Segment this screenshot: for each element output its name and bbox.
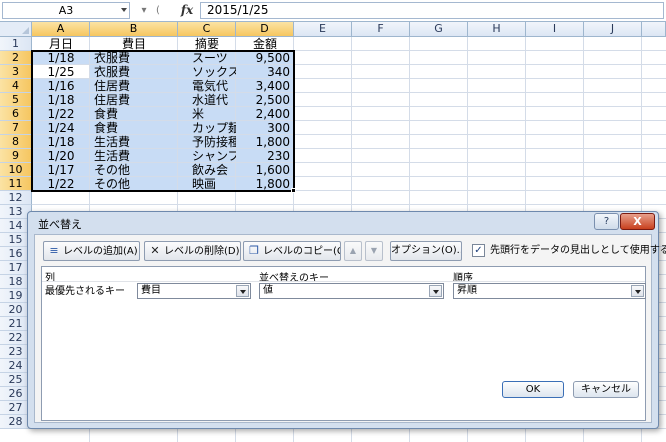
chevron-down-icon[interactable] xyxy=(236,285,249,297)
formula-input[interactable]: 2015/1/25 xyxy=(200,2,664,19)
chevron-down-icon[interactable] xyxy=(429,285,442,297)
name-box[interactable]: A3 xyxy=(2,2,130,19)
column-header-e[interactable]: E xyxy=(294,22,352,37)
add-level-button[interactable]: ≡ レベルの追加(A) xyxy=(43,241,140,261)
move-up-button[interactable]: ▲ xyxy=(344,241,362,261)
column-header-d[interactable]: D xyxy=(236,22,294,37)
header-cell[interactable]: 費目 xyxy=(90,37,178,51)
column-header-partial[interactable] xyxy=(642,22,666,37)
row-header-4[interactable]: 4 xyxy=(0,79,32,93)
row-header-10[interactable]: 10 xyxy=(0,163,32,177)
copy-icon: ❐ xyxy=(249,244,259,257)
copy-level-label: レベルのコピー(C) xyxy=(263,246,341,257)
cancel-button[interactable]: キャンセル xyxy=(573,381,639,398)
copy-level-button[interactable]: ❐ レベルのコピー(C) xyxy=(243,241,341,261)
insert-function-icon[interactable]: fx xyxy=(176,2,198,19)
row-header-1[interactable]: 1 xyxy=(0,37,32,51)
sort-order-select[interactable]: 昇順 xyxy=(453,283,646,299)
column-header-h[interactable]: H xyxy=(468,22,526,37)
header-cell[interactable]: 金額 xyxy=(236,37,294,51)
row-header-9[interactable]: 9 xyxy=(0,149,32,163)
row-header-3[interactable]: 3 xyxy=(0,65,32,79)
selection-border xyxy=(31,50,295,192)
checkmark-icon: ✓ xyxy=(474,245,483,256)
fill-handle[interactable] xyxy=(291,188,296,193)
header-cell[interactable]: 摘要 xyxy=(178,37,236,51)
move-down-button[interactable]: ▼ xyxy=(365,241,383,261)
header-cell[interactable]: 月日 xyxy=(32,37,90,51)
sort-column-select[interactable]: 費目 xyxy=(137,283,251,299)
dialog-title: 並べ替え xyxy=(38,218,82,231)
delete-level-label: レベルの削除(D) xyxy=(164,246,240,257)
formula-bar-separator-icon: ( xyxy=(156,5,160,16)
formula-bar: A3 ▾ ( fx 2015/1/25 xyxy=(0,0,666,22)
options-label: オプション(O)... xyxy=(391,245,462,256)
column-header-b[interactable]: B xyxy=(90,22,178,37)
column-header-f[interactable]: F xyxy=(352,22,410,37)
options-button[interactable]: オプション(O)... xyxy=(390,241,462,261)
row-header-12[interactable]: 12 xyxy=(0,191,32,205)
close-button[interactable]: X xyxy=(620,213,655,230)
row-header-11[interactable]: 11 xyxy=(0,177,32,191)
row-header-6[interactable]: 6 xyxy=(0,107,32,121)
sort-dialog: 並べ替え ? X ≡ レベルの追加(A) ✕ レベルの削除(D) ❐ レベルのコピー(… xyxy=(27,211,666,429)
sort-on-select[interactable]: 値 xyxy=(259,283,444,299)
sort-column-value: 費目 xyxy=(141,285,161,296)
row-header-5[interactable]: 5 xyxy=(0,93,32,107)
add-level-label: レベルの追加(A) xyxy=(63,246,138,257)
chevron-down-icon[interactable] xyxy=(631,285,644,297)
delete-icon: ✕ xyxy=(150,244,160,257)
sort-on-value: 値 xyxy=(263,285,273,296)
move-up-icon: ▲ xyxy=(349,246,357,255)
header-row-checkbox-label: 先頭行をデータの見出しとして使用する(H) xyxy=(490,245,666,256)
row-header-2[interactable]: 2 xyxy=(0,51,32,65)
column-header-a[interactable]: A xyxy=(32,22,90,37)
name-box-dropdown-icon[interactable] xyxy=(121,8,127,12)
ok-button[interactable]: OK xyxy=(502,381,564,398)
help-button[interactable]: ? xyxy=(594,213,619,230)
header-row-checkbox[interactable]: ✓ xyxy=(472,244,485,257)
row-header-8[interactable]: 8 xyxy=(0,135,32,149)
column-header-g[interactable]: G xyxy=(410,22,468,37)
list-header-divider xyxy=(42,281,645,282)
name-box-value: A3 xyxy=(58,4,74,17)
sort-order-value: 昇順 xyxy=(457,285,477,296)
delete-level-button[interactable]: ✕ レベルの削除(D) xyxy=(144,241,241,261)
add-level-icon: ≡ xyxy=(49,244,59,257)
sort-level-label: 最優先されるキー xyxy=(45,286,125,297)
select-all-corner[interactable] xyxy=(0,22,32,37)
move-down-icon: ▼ xyxy=(370,246,378,255)
row-header-7[interactable]: 7 xyxy=(0,121,32,135)
column-header-c[interactable]: C xyxy=(178,22,236,37)
column-header-j[interactable]: J xyxy=(584,22,642,37)
column-header-i[interactable]: I xyxy=(526,22,584,37)
gridline-horizontal xyxy=(32,204,666,205)
